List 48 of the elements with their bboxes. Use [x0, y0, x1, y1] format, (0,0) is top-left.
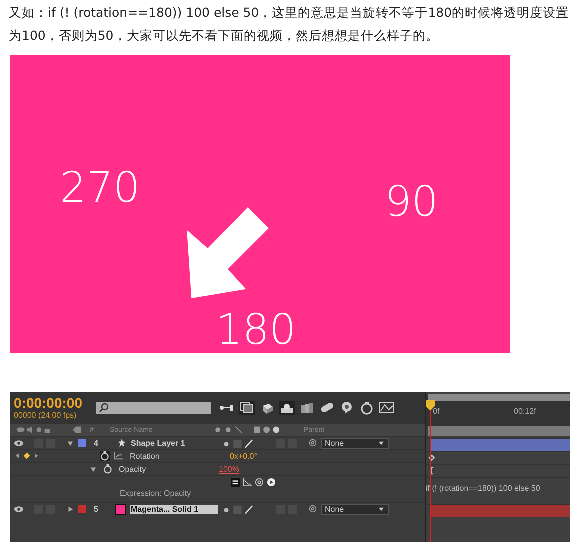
property-name: Rotation: [130, 452, 161, 460]
search-field[interactable]: [96, 402, 211, 414]
equals-icon[interactable]: [231, 478, 240, 487]
time-navigator-bar[interactable]: [428, 426, 570, 438]
ruler-label: 00:12f: [514, 407, 536, 416]
pick-whip-icon[interactable]: [309, 505, 317, 513]
property-name: Opacity: [119, 464, 148, 474]
paragraph: 又如：if (! (rotation==180)) 100 else 50，这里的意思是当旋转不等于180的时候将透明度设置为100，否则为50，大家可以先不看下面的视频，然后想想是什么样子的。: [8, 4, 570, 45]
graph-icon: [114, 452, 124, 460]
angle-label: 270: [60, 167, 140, 209]
expand-arrow-icon[interactable]: [67, 506, 74, 512]
label-color[interactable]: [78, 505, 86, 513]
timecode[interactable]: 0:00:00:00: [14, 396, 94, 410]
draft-icon[interactable]: [279, 401, 295, 415]
parent-dropdown[interactable]: None: [321, 504, 389, 514]
frames-icon[interactable]: [299, 401, 315, 415]
eye-icon[interactable]: [14, 506, 24, 512]
graph-icon[interactable]: [243, 478, 252, 487]
layer-name[interactable]: Shape Layer 1: [130, 438, 218, 448]
angle-label: 180: [216, 309, 296, 351]
angle-label: 90: [385, 181, 438, 223]
expression-label: Expression: Opacity: [120, 489, 192, 498]
search-icon: [99, 403, 109, 413]
graph-editor-icon[interactable]: [379, 401, 395, 415]
eye-icon[interactable]: [14, 440, 24, 446]
stopwatch-icon[interactable]: [359, 401, 375, 415]
property-value[interactable]: 0x+0.0°: [230, 452, 258, 460]
stopwatch-icon[interactable]: [100, 451, 110, 461]
comp-icon[interactable]: [239, 401, 255, 415]
stopwatch-icon[interactable]: [103, 464, 113, 474]
frame-info: 00000 (24.00 fps): [14, 410, 78, 420]
label-icon: [72, 426, 82, 434]
ruler-label: 0f: [433, 407, 440, 416]
caret-icon: [378, 440, 385, 446]
parent-dropdown[interactable]: None: [321, 438, 389, 448]
expression-code[interactable]: if (! (rotation==180)) 100 else 50: [426, 484, 540, 493]
caret-icon: [378, 506, 385, 512]
layer-name[interactable]: Magenta... Solid 1: [130, 504, 218, 514]
keyframe-navigator-icon[interactable]: [14, 452, 40, 460]
pick-whip-icon[interactable]: [255, 478, 264, 487]
layer-number: 5: [94, 504, 100, 514]
label-color[interactable]: [78, 439, 86, 447]
expand-arrow-icon[interactable]: [90, 466, 97, 472]
layer-number: 4: [94, 438, 100, 448]
expand-arrow-icon[interactable]: [67, 440, 74, 446]
text-cursor-icon: [428, 467, 436, 475]
pick-whip-icon[interactable]: [309, 439, 317, 447]
play-icon[interactable]: [267, 478, 276, 487]
